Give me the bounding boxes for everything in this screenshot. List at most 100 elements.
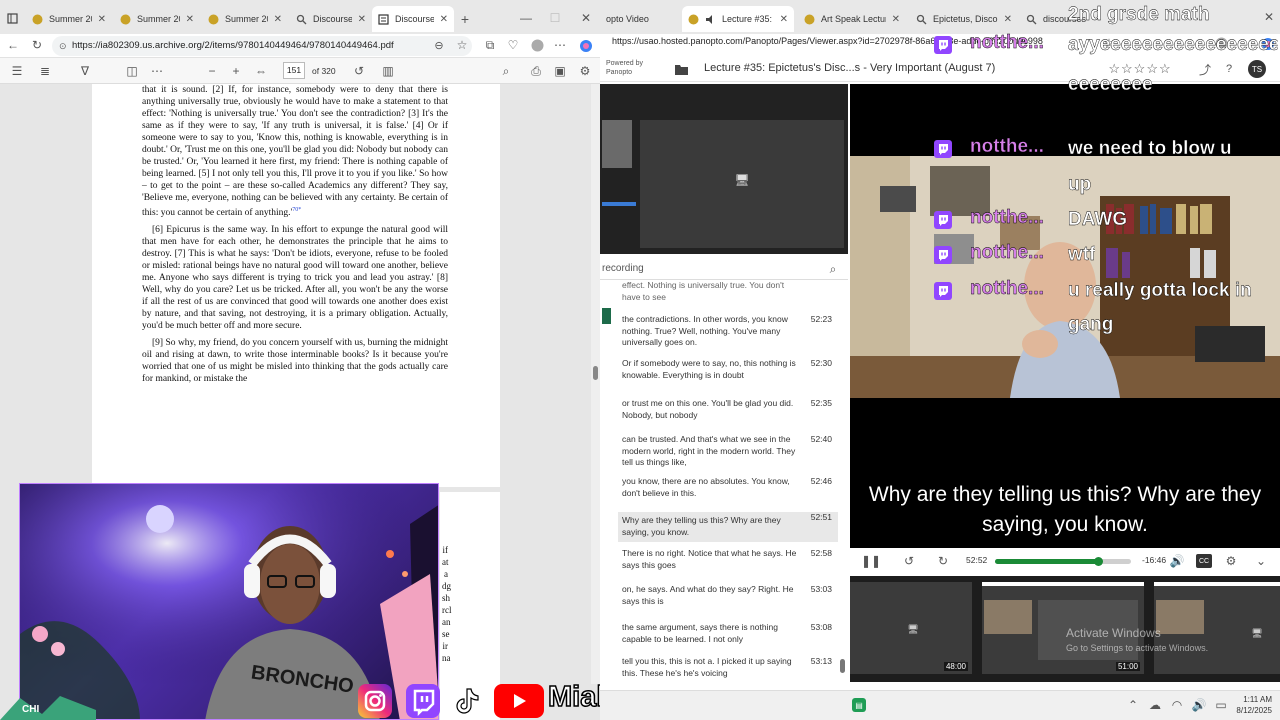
close-icon[interactable]: ✕ xyxy=(186,14,194,25)
settings-gear-icon[interactable]: ⚙ xyxy=(1224,554,1238,568)
panopto-logo[interactable]: Powered by Panopto xyxy=(606,59,643,77)
caption-row[interactable]: can be trusted. And that's what we see i… xyxy=(618,434,838,467)
search-icon[interactable]: ⌕ xyxy=(499,64,513,78)
screen-share-preview[interactable]: 🖥 xyxy=(640,120,844,248)
caption-row[interactable]: There is no right. Notice that what he s… xyxy=(618,548,838,576)
save-icon[interactable]: ▣ xyxy=(553,64,567,78)
caption-row[interactable]: or trust me on this one. You'll be glad … xyxy=(618,398,838,426)
tab-label: Summer 202 xyxy=(137,14,180,24)
back-arrow-icon[interactable]: ← xyxy=(6,38,20,52)
tab-art-speak[interactable]: Art Speak Lecture ✕ xyxy=(798,6,906,32)
playback-progress[interactable] xyxy=(995,557,1131,566)
chevron-down-icon[interactable]: ⌄ xyxy=(1254,554,1268,568)
read-aloud-icon[interactable]: ◫ xyxy=(125,64,139,78)
print-icon[interactable]: ⎙ xyxy=(529,64,543,78)
caption-row[interactable]: Why are they telling us this? Why are th… xyxy=(618,512,838,542)
scroll-thumb[interactable] xyxy=(593,366,598,380)
tab-summer-1[interactable]: Summer 202 ✕ xyxy=(26,6,112,32)
caption-row[interactable]: on, he says. And what do they say? Right… xyxy=(618,584,838,612)
activate-windows-subtitle: Go to Settings to activate Windows. xyxy=(1066,643,1209,653)
caption-search[interactable]: recording ⌕ xyxy=(600,258,848,280)
favorite-star-icon[interactable]: ☆ xyxy=(455,38,469,52)
highlight-icon[interactable]: ≣ xyxy=(38,64,52,78)
close-icon[interactable]: ✕ xyxy=(274,14,282,25)
close-icon[interactable]: ✕ xyxy=(440,14,448,25)
user-avatar[interactable]: TS xyxy=(1248,60,1266,78)
cloud-icon[interactable]: ☁ xyxy=(1148,698,1162,712)
rewind-icon[interactable]: ↺ xyxy=(902,554,916,568)
video-thumbnail[interactable]: 🖥 48:00 xyxy=(850,582,972,674)
pdf-scrollbar[interactable] xyxy=(591,84,600,684)
refresh-icon[interactable]: ↻ xyxy=(30,38,44,52)
profile-avatar-icon[interactable] xyxy=(530,38,544,52)
pause-icon[interactable]: ❚❚ xyxy=(861,554,881,568)
caption-row[interactable]: effect. Nothing is universally true. You… xyxy=(618,282,838,308)
stream-thumbnail[interactable] xyxy=(602,120,632,168)
search-icon[interactable]: ⌕ xyxy=(826,262,840,276)
fit-page-icon[interactable]: ⇔ xyxy=(254,64,268,78)
close-icon[interactable]: ✕ xyxy=(892,14,900,25)
rotate-icon[interactable]: ↺ xyxy=(352,64,366,78)
more-tools-icon[interactable]: ⋯ xyxy=(150,64,164,78)
captions-list: effect. Nothing is universally true. You… xyxy=(600,282,848,686)
maximize-icon[interactable]: ☐ xyxy=(549,11,561,25)
zoom-icon[interactable]: ⊖ xyxy=(432,38,446,52)
help-icon[interactable]: ? xyxy=(1222,62,1236,76)
close-icon[interactable]: ✕ xyxy=(780,14,788,25)
settings-gear-icon[interactable]: ⚙ xyxy=(578,64,592,78)
share-icon[interactable]: ⤴ xyxy=(1198,62,1212,77)
tab-discourses-1[interactable]: Discourses a ✕ xyxy=(290,6,372,32)
caption-row[interactable]: you know, there are no absolutes. You kn… xyxy=(618,476,838,504)
tab-epictetus[interactable]: Epictetus, Discourse ✕ xyxy=(910,6,1018,32)
tray-chevron-icon[interactable]: ⌃ xyxy=(1126,698,1140,712)
scroll-thumb[interactable] xyxy=(840,659,845,673)
folder-icon[interactable] xyxy=(674,62,688,76)
caption-search-input[interactable]: recording xyxy=(602,263,644,274)
panopto-brand: Panopto xyxy=(606,69,633,76)
extension-icon[interactable]: ⧉ xyxy=(483,38,497,52)
tab-label: Discourses a xyxy=(313,14,352,24)
copilot-icon[interactable] xyxy=(578,38,594,54)
fast-forward-icon[interactable]: ↻ xyxy=(936,554,950,568)
caption-row[interactable]: the contradictions. In other words, you … xyxy=(618,314,838,347)
close-icon[interactable]: ✕ xyxy=(358,14,366,25)
page-view-icon[interactable]: ▥ xyxy=(381,64,395,78)
system-clock[interactable]: 1:11 AM 8/12/2025 xyxy=(1236,694,1272,716)
captions-cc-icon[interactable]: CC xyxy=(1196,554,1212,568)
close-window-icon[interactable]: ✕ xyxy=(580,11,592,25)
caption-row[interactable]: tell you this, this is not a. I picked i… xyxy=(618,656,838,684)
tab-summer-2[interactable]: Summer 202 ✕ xyxy=(114,6,200,32)
close-window-icon[interactable]: ✕ xyxy=(1262,10,1276,24)
site-info-icon[interactable]: ⊙ xyxy=(59,36,67,56)
tab-lecture-35[interactable]: Lecture #35: Ep ✕ xyxy=(682,6,794,32)
pdf-page-text: that it is sound. [2] If, for instance, … xyxy=(142,84,448,390)
audio-playing-icon[interactable] xyxy=(705,14,716,25)
minimize-icon[interactable]: — xyxy=(520,11,532,25)
draw-icon[interactable]: ∇ xyxy=(78,64,92,78)
wifi-icon[interactable]: ◠ xyxy=(1170,698,1184,712)
footnote-link[interactable]: 70* xyxy=(292,207,301,213)
zoom-in-icon[interactable]: + xyxy=(229,64,243,78)
new-tab-icon[interactable]: + xyxy=(458,11,472,27)
tab-discourses-pdf[interactable]: Discourses a ✕ xyxy=(372,6,454,32)
tab-summer-3[interactable]: Summer 202 ✕ xyxy=(202,6,288,32)
more-menu-icon[interactable]: ⋯ xyxy=(553,38,567,52)
zoom-out-icon[interactable]: − xyxy=(205,64,219,78)
page-number-input[interactable]: 151 xyxy=(283,62,305,79)
progress-knob[interactable] xyxy=(1094,557,1104,566)
taskbar-app-icon[interactable]: ▤ xyxy=(852,698,866,712)
powered-by-label: Powered by xyxy=(606,60,643,67)
close-icon[interactable]: ✕ xyxy=(1004,14,1012,25)
contents-icon[interactable]: ☰ xyxy=(10,64,24,78)
close-icon[interactable]: ✕ xyxy=(98,14,106,25)
favorites-icon[interactable]: ♡ xyxy=(506,38,520,52)
caption-row[interactable]: the same argument, says there is nothing… xyxy=(618,622,838,650)
battery-icon[interactable]: ▭ xyxy=(1214,698,1228,712)
volume-icon[interactable]: 🔊 xyxy=(1192,698,1207,712)
address-bar[interactable]: ⊙ https://ia802309.us.archive.org/2/item… xyxy=(52,36,472,56)
caption-row[interactable]: Or if somebody were to say, no, this not… xyxy=(618,358,838,386)
volume-icon[interactable]: 🔊 xyxy=(1170,554,1185,568)
tab-panopto-video[interactable]: opto Video xyxy=(600,6,680,32)
captions-scrollbar[interactable] xyxy=(838,371,846,673)
tab-actions-icon[interactable] xyxy=(6,12,18,24)
